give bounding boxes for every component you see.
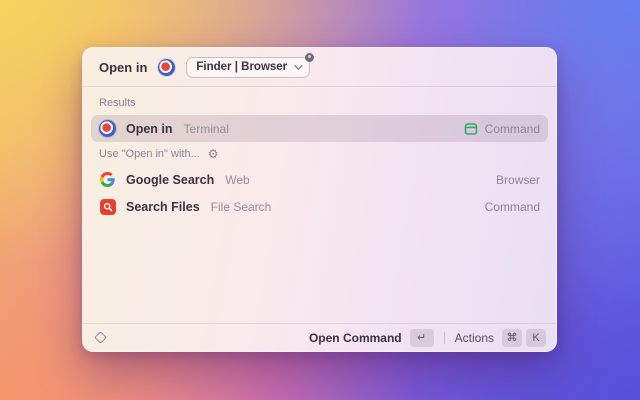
gear-icon[interactable]: ⚙ <box>208 148 219 160</box>
use-with-section-label: Use "Open in" with... <box>99 148 200 160</box>
primary-action-button[interactable]: Open Command <box>309 331 402 345</box>
dropdown-hint-badge <box>305 52 315 62</box>
accessory-label: Command <box>484 121 540 136</box>
terminal-window-icon <box>464 122 477 135</box>
list-item-search-files[interactable]: Search Files File Search Command <box>91 193 548 220</box>
list-item-subtitle: File Search <box>210 199 272 214</box>
argument-dropdown-label: Finder | Browser <box>196 61 288 73</box>
open-in-icon <box>158 58 176 76</box>
chevron-down-icon <box>294 61 303 70</box>
list-item-accessory: Command <box>464 122 540 136</box>
command-title: Open in <box>99 59 148 75</box>
actions-button[interactable]: Actions <box>455 331 494 345</box>
desktop-background: Open in Finder | Browser Results Open in… <box>0 0 640 400</box>
list-item-title: Search Files <box>126 199 200 214</box>
footer-bar: Open Command ↵ Actions ⌘ K <box>83 323 556 351</box>
file-search-icon <box>99 198 116 215</box>
accessory-label: Browser <box>495 172 540 187</box>
footer-divider <box>443 331 445 344</box>
raycast-logo-icon <box>94 331 107 344</box>
k-key-icon: K <box>526 328 546 347</box>
list-item-open-in-terminal[interactable]: Open in Terminal Command <box>91 115 548 142</box>
argument-dropdown[interactable]: Finder | Browser <box>186 52 315 78</box>
results-list: Results Open in Terminal Command Use "Op… <box>83 87 556 220</box>
use-with-section-header: Use "Open in" with... ⚙ <box>91 142 548 166</box>
list-item-title: Google Search <box>126 172 215 187</box>
results-section-header: Results <box>91 91 548 115</box>
open-in-icon <box>99 120 116 137</box>
results-section-label: Results <box>99 97 136 109</box>
list-item-google-search[interactable]: Google Search Web Browser <box>91 166 548 193</box>
list-item-subtitle: Web <box>225 172 250 187</box>
return-key-icon: ↵ <box>409 328 434 347</box>
list-item-title: Open in <box>126 121 173 136</box>
accessory-label: Command <box>484 199 540 214</box>
list-item-subtitle: Terminal <box>183 121 229 136</box>
launcher-window: Open in Finder | Browser Results Open in… <box>82 47 557 352</box>
google-icon <box>99 171 116 188</box>
header-bar: Open in Finder | Browser <box>83 48 556 86</box>
cmd-key-icon: ⌘ <box>502 328 522 347</box>
